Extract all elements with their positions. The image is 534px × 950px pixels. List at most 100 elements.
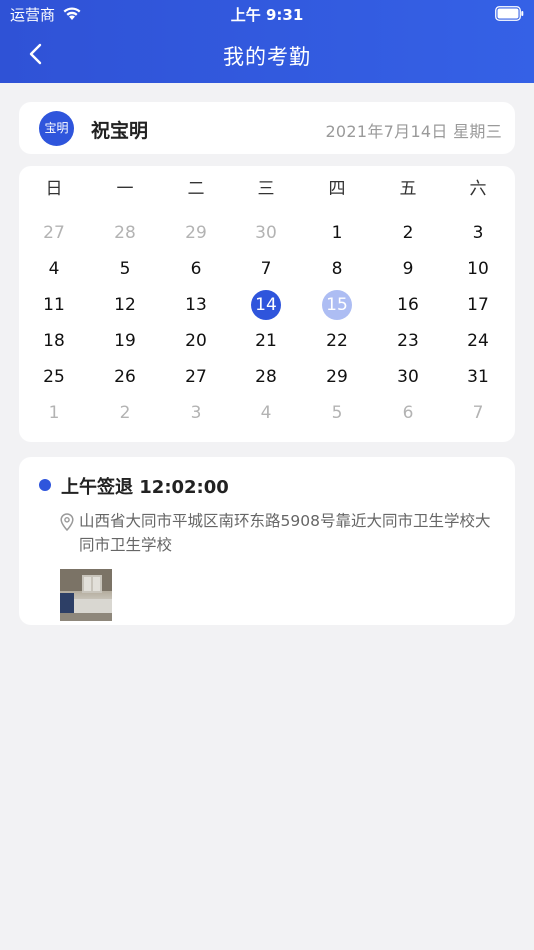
- calendar-day[interactable]: 16: [388, 287, 428, 323]
- calendar-day[interactable]: 1: [317, 215, 357, 251]
- calendar-day-outside[interactable]: 30: [246, 215, 286, 251]
- calendar-week-row: 25 26 27 28 29 30 31: [19, 359, 515, 395]
- calendar-day-number: 21: [255, 331, 277, 351]
- calendar-day-outside[interactable]: 28: [105, 215, 145, 251]
- calendar-day-outside[interactable]: 5: [317, 395, 357, 431]
- calendar-day[interactable]: 11: [34, 287, 74, 323]
- calendar-day[interactable]: 30: [388, 359, 428, 395]
- location-pin-icon: [60, 513, 74, 531]
- calendar-day-number: 7: [260, 259, 272, 279]
- calendar-day-number: 28: [255, 367, 277, 387]
- calendar-day-number: 9: [402, 259, 414, 279]
- calendar-week-row: 27 28 29 30 1 2 3: [19, 215, 515, 251]
- calendar: 日一二三四五六 27 28 29 30 1 2 3 4 5 6 7 8 9 10 11 12 13 14 15 16 1…: [19, 166, 515, 442]
- calendar-day-number: 3: [472, 223, 484, 243]
- calendar-day-number: 6: [402, 403, 414, 423]
- calendar-day[interactable]: 24: [458, 323, 498, 359]
- record-address: 山西省大同市平城区南环东路5908号靠近大同市卫生学校大同市卫生学校: [79, 512, 491, 554]
- calendar-day-number: 4: [48, 259, 60, 279]
- calendar-day[interactable]: 19: [105, 323, 145, 359]
- calendar-day[interactable]: 9: [388, 251, 428, 287]
- calendar-day[interactable]: 13: [176, 287, 216, 323]
- calendar-day-outside[interactable]: 2: [105, 395, 145, 431]
- back-arrow-icon[interactable]: [22, 40, 50, 68]
- calendar-day-number: 22: [326, 331, 348, 351]
- calendar-day[interactable]: 5: [105, 251, 145, 287]
- calendar-day-number: 1: [331, 223, 343, 243]
- page-title: 我的考勤: [223, 45, 311, 69]
- calendar-day-number: 20: [185, 331, 207, 351]
- calendar-day[interactable]: 3: [458, 215, 498, 251]
- calendar-week-row: 18 19 20 21 22 23 24: [19, 323, 515, 359]
- weekday-label: 四: [328, 179, 346, 199]
- calendar-day[interactable]: 27: [176, 359, 216, 395]
- weekday-header: 日一二三四五六: [19, 171, 515, 207]
- attendance-record-card: 上午签退 12:02:00 山西省大同市平城区南环东路5908号靠近大同市卫生学…: [19, 457, 515, 625]
- calendar-week-row: 4 5 6 7 8 9 10: [19, 251, 515, 287]
- calendar-day-number: 25: [43, 367, 65, 387]
- calendar-day-number: 16: [397, 295, 419, 315]
- calendar-day[interactable]: 20: [176, 323, 216, 359]
- calendar-day-number: 2: [402, 223, 414, 243]
- calendar-day-number: 27: [185, 367, 207, 387]
- calendar-week-row: 11 12 13 14 15 16 17: [19, 287, 515, 323]
- calendar-day-number: 12: [114, 295, 136, 315]
- calendar-day-number: 29: [185, 223, 207, 243]
- calendar-day[interactable]: 2: [388, 215, 428, 251]
- calendar-day[interactable]: 25: [34, 359, 74, 395]
- calendar-day[interactable]: 21: [246, 323, 286, 359]
- calendar-day-selected[interactable]: 14: [246, 287, 286, 323]
- calendar-day-number: 23: [397, 331, 419, 351]
- weekday-label: 日: [45, 179, 63, 199]
- calendar-day[interactable]: 10: [458, 251, 498, 287]
- calendar-day[interactable]: 18: [34, 323, 74, 359]
- calendar-day[interactable]: 26: [105, 359, 145, 395]
- calendar-day[interactable]: 29: [317, 359, 357, 395]
- header: 运营商 上午 9:31 我的考勤: [0, 0, 534, 83]
- calendar-day-number: 14: [251, 290, 281, 320]
- calendar-day[interactable]: 17: [458, 287, 498, 323]
- record-photo[interactable]: [60, 569, 112, 621]
- avatar: 宝明: [39, 111, 74, 146]
- calendar-day-outside[interactable]: 4: [246, 395, 286, 431]
- calendar-day-outside[interactable]: 3: [176, 395, 216, 431]
- photo-thumbnail-image: [60, 569, 112, 621]
- calendar-day-number: 29: [326, 367, 348, 387]
- weekday-label: 二: [187, 179, 205, 199]
- calendar-day[interactable]: 6: [176, 251, 216, 287]
- calendar-day[interactable]: 31: [458, 359, 498, 395]
- calendar-day-number: 30: [255, 223, 277, 243]
- calendar-day-outside[interactable]: 29: [176, 215, 216, 251]
- calendar-day-outside[interactable]: 27: [34, 215, 74, 251]
- calendar-day-number: 6: [190, 259, 202, 279]
- calendar-day-number: 26: [114, 367, 136, 387]
- calendar-day-number: 4: [260, 403, 272, 423]
- calendar-day-number: 5: [119, 259, 131, 279]
- nav-bar: 我的考勤: [0, 28, 534, 83]
- calendar-day-number: 13: [185, 295, 207, 315]
- calendar-day[interactable]: 4: [34, 251, 74, 287]
- calendar-day[interactable]: 8: [317, 251, 357, 287]
- calendar-day-number: 15: [322, 290, 352, 320]
- calendar-day[interactable]: 7: [246, 251, 286, 287]
- battery-icon: [495, 6, 524, 21]
- calendar-day-outside[interactable]: 6: [388, 395, 428, 431]
- calendar-day[interactable]: 15: [317, 287, 357, 323]
- record-status-dot: [39, 479, 51, 491]
- calendar-day-number: 24: [467, 331, 489, 351]
- calendar-day-number: 19: [114, 331, 136, 351]
- calendar-day[interactable]: 12: [105, 287, 145, 323]
- calendar-day[interactable]: 28: [246, 359, 286, 395]
- weekday-label: 五: [399, 179, 417, 199]
- calendar-day-number: 31: [467, 367, 489, 387]
- calendar-day-outside[interactable]: 1: [34, 395, 74, 431]
- current-date: 2021年7月14日 星期三: [325, 122, 502, 141]
- calendar-day-number: 3: [190, 403, 202, 423]
- calendar-day-number: 1: [48, 403, 60, 423]
- weekday-label: 一: [116, 179, 134, 199]
- calendar-day[interactable]: 22: [317, 323, 357, 359]
- calendar-day-number: 30: [397, 367, 419, 387]
- calendar-day[interactable]: 23: [388, 323, 428, 359]
- calendar-day-number: 7: [472, 403, 484, 423]
- calendar-day-outside[interactable]: 7: [458, 395, 498, 431]
